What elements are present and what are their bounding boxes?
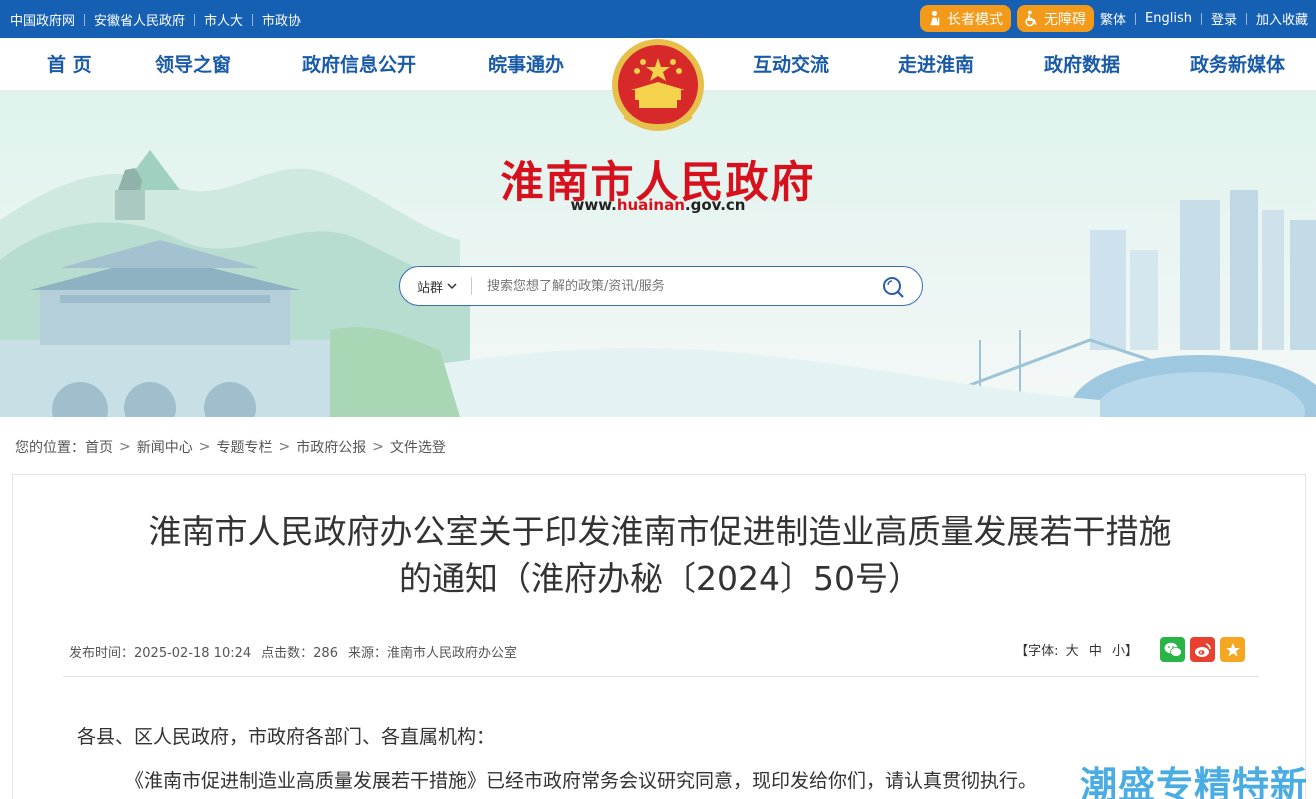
divider [84,13,86,26]
search-icon[interactable] [881,275,905,299]
accessibility-button[interactable]: 无障碍 [1017,5,1094,32]
article-tools: 【字体: 大 中 小】 [1015,637,1245,662]
top-bar: 中国政府网 安徽省人民政府 市人大 市政协 长者模式 无障碍 繁体 Englis [0,0,1316,38]
article-panel: 淮南市人民政府办公室关于印发淮南市促进制造业高质量发展若干措施 的通知（淮府办秘… [12,474,1306,799]
article-paragraph: 《淮南市促进制造业高质量发展若干措施》已经市政府常务会议研究同意，现印发给你们，… [125,770,1038,792]
publish-time: 发布时间：2025-02-18 10:24 [69,646,252,661]
nav-interaction[interactable]: 互动交流 [753,50,829,77]
top-right-tools: 长者模式 无障碍 繁体 English 登录 加入收藏 [920,5,1308,32]
elder-icon [930,10,940,26]
article-title: 淮南市人民政府办公室关于印发淮南市促进制造业高质量发展若干措施 的通知（淮府办秘… [33,508,1287,602]
national-emblem [612,39,704,131]
font-size-small[interactable]: 小】 [1112,644,1138,659]
english-link[interactable]: English [1145,11,1192,26]
site-search: 站群 [399,266,923,306]
font-size-label: 【字体: [1015,644,1059,659]
elder-mode-label: 长者模式 [947,11,1003,28]
article-salutation: 各县、区人民政府，市政府各部门、各直属机构： [77,726,496,748]
chevron-right-icon: > [198,439,211,455]
article-source: 来源：淮南市人民政府办公室 [347,646,517,661]
star-icon [1225,642,1240,656]
divider [1135,12,1137,25]
link-gov-cn[interactable]: 中国政府网 [10,10,75,29]
link-city-npc[interactable]: 市人大 [204,10,243,29]
site-url-domain: huainan [616,196,685,214]
nav-gov-data[interactable]: 政府数据 [1044,50,1120,77]
add-favorite-link[interactable]: 加入收藏 [1256,9,1308,28]
site-url-prefix: www. [570,196,617,214]
nav-leaders[interactable]: 领导之窗 [155,50,231,77]
share-weibo-button[interactable] [1190,637,1215,662]
search-scope-label: 站群 [417,280,444,296]
divider [194,13,196,26]
search-input[interactable] [487,278,848,294]
divider [1200,12,1202,25]
site-url-suffix: .gov.cn [684,196,746,214]
site-url: www.huainan.gov.cn [0,196,1316,214]
article-title-line-2: 的通知（淮府办秘〔2024〕50号） [399,559,921,598]
link-city-cppcc[interactable]: 市政协 [262,10,301,29]
chevron-right-icon: > [278,439,291,455]
accessibility-label: 无障碍 [1044,11,1086,28]
login-link[interactable]: 登录 [1211,9,1237,28]
watermark-text: 潮盛专精特新 [1080,764,1308,799]
divider [1245,12,1247,25]
nav-online-services[interactable]: 皖事通办 [488,50,564,77]
font-size-switcher: 【字体: 大 中 小】 [1015,640,1141,659]
favorite-button[interactable] [1220,637,1245,662]
landscape-illustration [0,150,1316,417]
meta-divider [63,676,1259,677]
chevron-right-icon: > [119,439,131,455]
elder-mode-button[interactable]: 长者模式 [920,5,1011,32]
breadcrumb-home[interactable]: 首页 [85,437,113,457]
breadcrumb-selected-documents[interactable]: 文件选登 [390,437,446,457]
font-size-medium[interactable]: 中 [1089,644,1102,659]
wheelchair-icon [1025,10,1037,27]
hit-count: 点击数：286 [261,646,338,661]
search-divider [471,277,473,295]
wechat-icon [1164,642,1182,657]
breadcrumb-special-topics[interactable]: 专题专栏 [216,437,272,457]
breadcrumb-label: 您的位置： [15,440,85,456]
nav-info-disclosure[interactable]: 政府信息公开 [302,50,416,77]
article-meta: 发布时间：2025-02-18 10:24 点击数：286 来源：淮南市人民政府… [69,642,527,661]
font-size-large[interactable]: 大 [1066,644,1079,659]
share-wechat-button[interactable] [1160,637,1185,662]
breadcrumb-news-center[interactable]: 新闻中心 [137,437,193,457]
article-title-line-1: 淮南市人民政府办公室关于印发淮南市促进制造业高质量发展若干措施 [148,512,1172,551]
breadcrumb: 您的位置： 首页 > 新闻中心 > 专题专栏 > 市政府公报 > 文件选登 [15,437,446,457]
nav-about-city[interactable]: 走进淮南 [898,50,974,77]
header-banner: 淮南市人民政府 www.huainan.gov.cn 站群 [0,90,1316,417]
search-scope-select[interactable]: 站群 [417,277,457,296]
traditional-chinese-link[interactable]: 繁体 [1100,9,1126,28]
chevron-down-icon [447,283,457,290]
link-anhui-gov[interactable]: 安徽省人民政府 [94,10,185,29]
breadcrumb-gov-gazette[interactable]: 市政府公报 [296,437,366,457]
top-links: 中国政府网 安徽省人民政府 市人大 市政协 [10,10,301,29]
weibo-icon [1194,642,1211,657]
chevron-right-icon: > [372,439,384,455]
nav-new-media[interactable]: 政务新媒体 [1190,50,1285,77]
divider [252,13,254,26]
nav-home[interactable]: 首 页 [47,50,92,77]
